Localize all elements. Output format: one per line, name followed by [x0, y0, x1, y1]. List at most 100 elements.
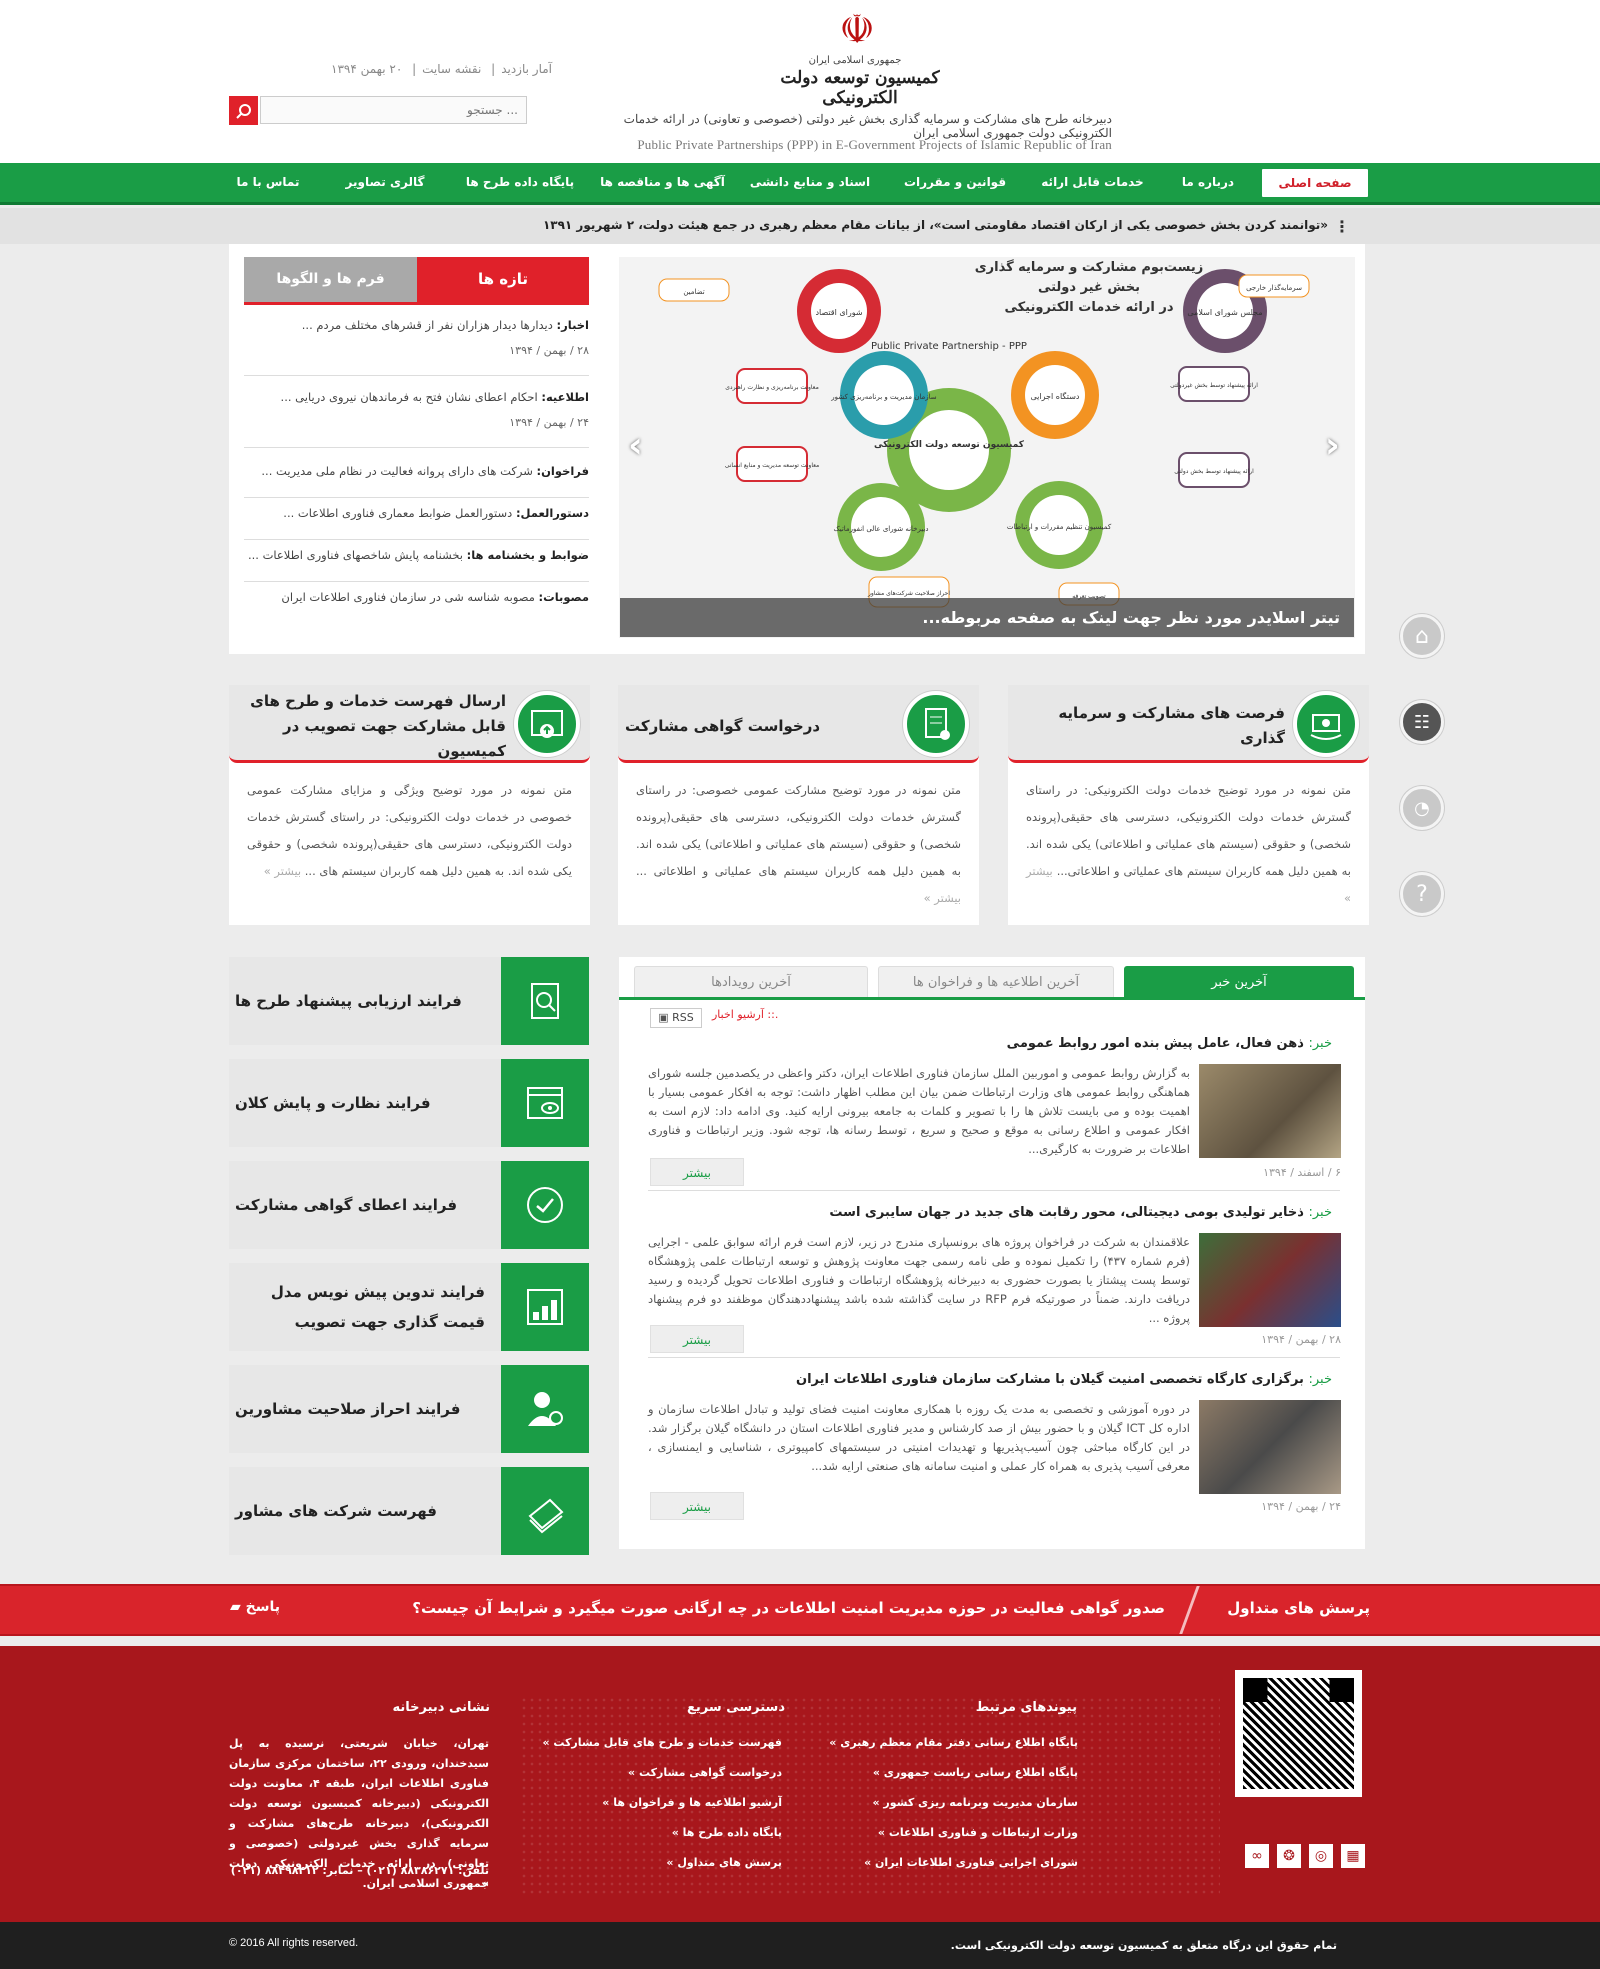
divider [648, 1357, 1340, 1358]
rss-button[interactable]: ▣ RSS [650, 1008, 702, 1028]
box-private-proposal: ارائه پیشنهاد توسط بخش غیردولتی [1170, 382, 1258, 389]
process-consultant-qualification[interactable]: فرایند احراز صلاحیت مشاورین [229, 1365, 589, 1453]
nav-home[interactable]: صفحه اصلی [1262, 169, 1368, 197]
news-item-title[interactable]: خبر: ذخایر تولیدی بومی دیجیتالی، محور رق… [642, 1205, 1332, 1220]
tab-news[interactable]: تازه ها [417, 257, 589, 302]
feature-investment-opportunities[interactable]: فرصت های مشارکت و سرمایه گذاری متن نمونه… [1008, 685, 1369, 925]
news-image[interactable] [1199, 1400, 1341, 1494]
list-item[interactable]: اطلاعیه: احکام اعطای نشان فتح به فرمانده… [244, 386, 589, 448]
feature-send-services-list[interactable]: ارسال فهرست خدمات و طرح های قابل مشارکت … [229, 685, 590, 925]
faq-title: پرسش های متداول [1227, 1599, 1370, 1617]
question-icon: ? [1416, 881, 1428, 907]
instagram-icon[interactable]: ◎ [1309, 1844, 1333, 1868]
tab-latest-announcements[interactable]: آخرین اطلاعیه ها و فراخوان ها [878, 966, 1114, 997]
slider-caption[interactable]: تیتر اسلایدر مورد نظر جهت لینک به صفحه م… [620, 598, 1354, 637]
user-check-icon [501, 1365, 589, 1453]
sitemap-link[interactable]: نقشه سایت [422, 62, 481, 76]
feature-certificate-request[interactable]: درخواست گواهی مشارکت متن نمونه در مورد ت… [618, 685, 979, 925]
help-side-button[interactable]: ? [1400, 872, 1444, 916]
diagram-title-1: زیست‌بوم مشارکت و سرمایه گذاری [975, 259, 1204, 275]
news-item-title[interactable]: خبر: برگزاری کارگاه تخصصی امنیت گیلان با… [642, 1372, 1332, 1387]
logo-commission[interactable]: کمیسیون توسعه دولت الکترونیکی [760, 68, 960, 108]
header-date: ۲۰ بهمن ۱۳۹۴ [331, 62, 403, 76]
news-image[interactable] [1199, 1064, 1341, 1158]
nav-projects-db[interactable]: پایگاه داده طرح ها [455, 163, 585, 202]
tab-latest-news[interactable]: آخرین خبر [1124, 966, 1354, 997]
footer-link[interactable]: سازمان مدیریت وبرنامه ریزی کشور » [872, 1796, 1078, 1809]
home-icon: ⌂ [1415, 623, 1429, 649]
slider-prev-button[interactable]: ‹ [628, 425, 643, 466]
footer-link[interactable]: فهرست خدمات و طرح های قابل مشارکت » [542, 1736, 782, 1749]
magnifier-document-icon [501, 957, 589, 1045]
aparat-icon[interactable]: ∞ [1245, 1844, 1269, 1868]
footer-link[interactable]: پایگاه اطلاع رسانی دفتر مقام معظم رهبری … [829, 1736, 1078, 1749]
process-monitoring[interactable]: فرایند نظارت و پایش کلان [229, 1059, 589, 1147]
news-date: ۲۸ / بهمن / ۱۳۹۴ [1261, 1333, 1341, 1346]
film-icon[interactable]: ❂ [1277, 1844, 1301, 1868]
sitemap-icon: ☷ [1413, 711, 1431, 733]
phone-text: تلفن: ۸۸۳۸۶۲۷۱ (۰۲۱) – نمابر: ۸۸۴۹۸۴۱۲ (… [230, 1864, 489, 1890]
more-link[interactable]: بیشتر » [264, 864, 301, 878]
news-image[interactable] [1199, 1233, 1341, 1327]
money-icon [1293, 691, 1359, 757]
more-button[interactable]: بیشتر [650, 1158, 744, 1186]
nav-services[interactable]: خدمات قابل ارائه [1030, 163, 1155, 202]
nav-documents[interactable]: اسناد و منابع دانشی [740, 163, 880, 202]
footer-link[interactable]: پایگاه اطلاع رسانی ریاست جمهوری » [873, 1766, 1078, 1779]
list-item[interactable]: دستورالعمل: دستورالعمل ضوابط معماری فناو… [244, 502, 589, 540]
nav-tenders[interactable]: آگهی ها و مناقصه ها [595, 163, 730, 202]
search-input[interactable] [260, 96, 527, 124]
faq-question[interactable]: صدور گواهی فعالیت در حوزه مدیریت امنیت ا… [412, 1599, 1165, 1617]
news-tabs-underline [619, 997, 1365, 1000]
more-button[interactable]: بیشتر [650, 1325, 744, 1353]
process-consultant-list[interactable]: فهرست شرکت های مشاور [229, 1467, 589, 1555]
process-proposal-evaluation[interactable]: فرایند ارزیابی پیشنهاد طرح ها [229, 957, 589, 1045]
footer-link[interactable]: شورای اجرایی فناوری اطلاعات ایران » [864, 1856, 1078, 1869]
nav-about[interactable]: درباره ما [1170, 163, 1246, 202]
logo-country: جمهوری اسلامی ایران [808, 55, 902, 66]
upload-window-icon [514, 691, 580, 757]
more-button[interactable]: بیشتر [650, 1492, 744, 1520]
footer-link[interactable]: درخواست گواهی مشارکت » [628, 1766, 782, 1779]
logo-persian-subtitle: دبیرخانه طرح های مشارکت و سرمایه گذاری ب… [623, 112, 1112, 140]
node-informatics-council: دبیرخانه شورای عالی انفورماتیک [833, 525, 928, 533]
cloob-icon[interactable]: ▦ [1341, 1844, 1365, 1868]
list-item[interactable]: اخبار: دیدارها دیدار هزاران نفر از قشرها… [244, 314, 589, 376]
faq-answer-link[interactable]: پاسخ ▰ [230, 1599, 280, 1615]
more-link[interactable]: بیشتر » [924, 891, 961, 905]
box-guarantees: تضامین [683, 288, 704, 296]
search-button[interactable] [229, 96, 258, 125]
tab-latest-events[interactable]: آخرین رویدادها [634, 966, 868, 997]
diagram-subtitle: Public Private Partnership - PPP [871, 341, 1027, 352]
sitemap-side-button[interactable]: ☷ [1400, 700, 1444, 744]
footer-link[interactable]: پایگاه داده طرح ها » [672, 1826, 782, 1839]
coins-chart-icon [501, 1263, 589, 1351]
list-item[interactable]: ضوابط و بخشنامه ها: بخشنامه پایش شاخصهای… [244, 544, 589, 582]
stats-link[interactable]: آمار بازدید [501, 62, 552, 76]
slider[interactable]: زیست‌بوم مشارکت و سرمایه گذاری بخش غیر د… [619, 257, 1355, 638]
news-item-body: در دوره آموزشی و تخصصی به مدت یک روزه با… [648, 1402, 1190, 1473]
ticker-text[interactable]: «توانمند کردن بخش خصوصی یکی از ارکان اقت… [543, 218, 1328, 232]
news-ticker: ⋮ «توانمند کردن بخش خصوصی یکی از ارکان ا… [0, 208, 1600, 244]
footer-link[interactable]: آرشیو اطلاعیه ها و فراخوان ها » [602, 1796, 782, 1809]
slider-next-button[interactable]: › [1325, 425, 1340, 466]
tab-forms[interactable]: فرم ها و الگوها [244, 257, 417, 302]
process-certificate-grant[interactable]: فرایند اعطای گواهی مشارکت [229, 1161, 589, 1249]
nav-contact[interactable]: تماس با ما [228, 163, 308, 202]
news-item-body: به گزارش روابط عمومی و اموربین الملل ساز… [648, 1066, 1190, 1156]
nav-laws[interactable]: قوانین و مقررات [895, 163, 1015, 202]
box-foreign-investor: سرمایه‌گذار خارجی [1246, 283, 1302, 292]
rss-side-button[interactable]: ◔ [1400, 786, 1444, 830]
nav-gallery[interactable]: گالری تصاویر [335, 163, 435, 202]
footer-link[interactable]: پرسش های متداول » [666, 1856, 782, 1869]
process-pricing-model[interactable]: فرایند تدوین پیش نویس مدل قیمت گذاری جهت… [229, 1263, 589, 1351]
news-archive-link[interactable]: .:: آرشیو اخبار [712, 1008, 778, 1021]
footer-link[interactable]: وزارت ارتباطات و فناوری اطلاعات » [878, 1826, 1078, 1839]
related-links-title: پیوندهای مرتبط [975, 1700, 1077, 1715]
copyright-fa: تمام حقوق این درگاه متعلق به کمیسیون توس… [950, 1939, 1337, 1952]
diagram-title-2: بخش غیر دولتی [1038, 280, 1140, 295]
list-item[interactable]: مصوبات: مصوبه شناسه شی در سازمان فناوری … [244, 586, 589, 624]
news-item-title[interactable]: خبر: ذهن فعال، عامل پیش بنده امور روابط … [642, 1036, 1332, 1051]
home-side-button[interactable]: ⌂ [1400, 614, 1444, 658]
list-item[interactable]: فراخوان: شرکت های دارای پروانه فعالیت در… [244, 460, 589, 498]
